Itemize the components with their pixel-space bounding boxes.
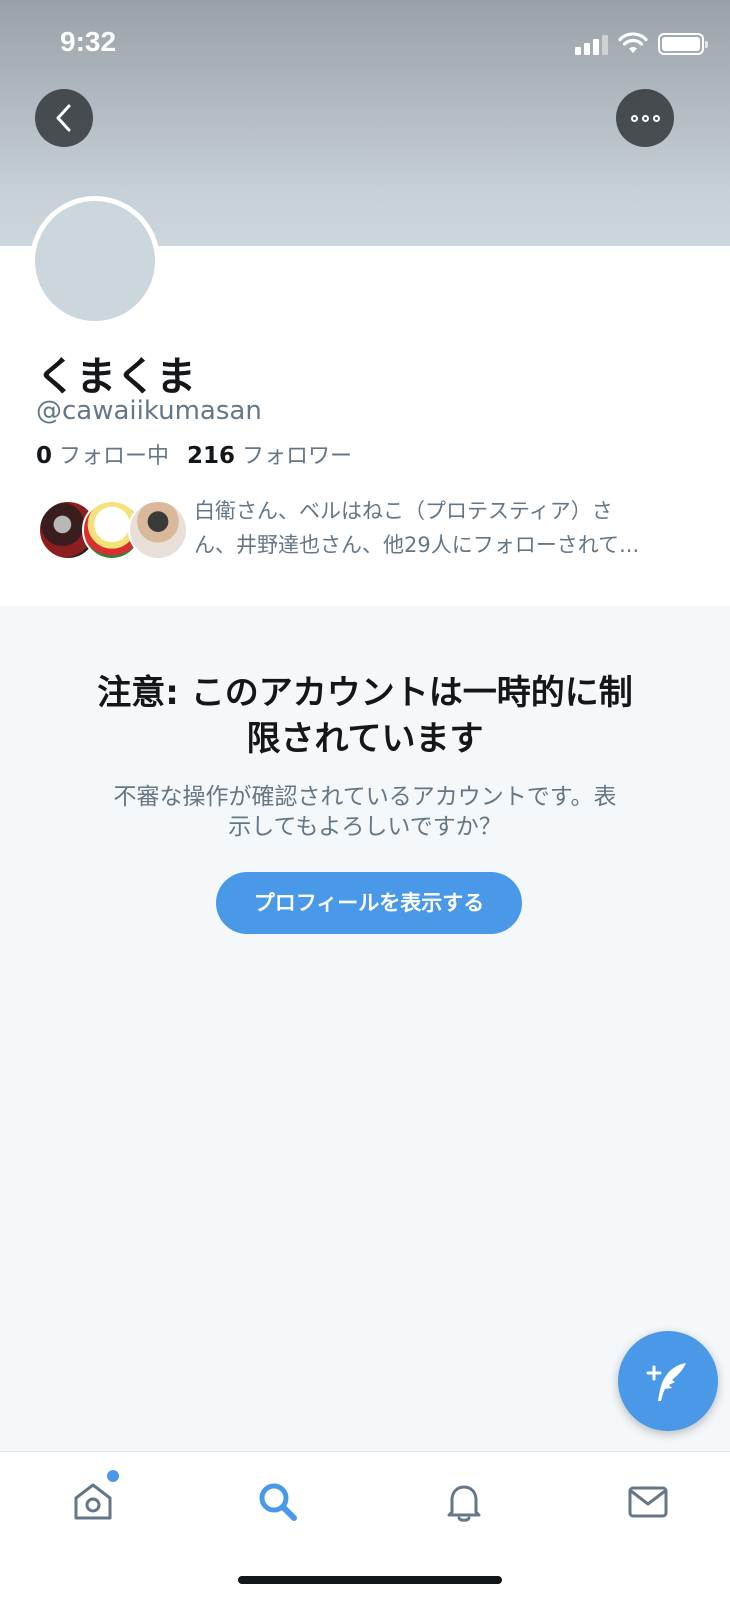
- notice-title-line-2: 限されています: [246, 719, 484, 759]
- display-name: くまくま: [36, 354, 196, 400]
- view-profile-button[interactable]: プロフィールを表示する: [216, 872, 522, 934]
- cellular-signal-icon: [575, 33, 608, 55]
- fyk-line-1: 白衛さん、ベルはねこ（プロテスティア）さ: [194, 499, 613, 523]
- more-horizontal-icon: [630, 114, 660, 122]
- notice-title-line-1: 注意: このアカウントは一時的に制: [97, 673, 633, 713]
- chevron-left-icon: [56, 104, 71, 132]
- status-bar: 9:32: [0, 0, 730, 90]
- wifi-icon: [618, 32, 648, 53]
- new-content-badge: [107, 1470, 119, 1482]
- followers-you-know[interactable]: 白衛さん、ベルはねこ（プロテスティア）さ ん、井野達也さん、他29人にフォローさ…: [38, 494, 698, 564]
- mutual-follower-avatars: [38, 500, 188, 560]
- bell-icon: [447, 1485, 481, 1522]
- tab-notifications[interactable]: [434, 1474, 494, 1530]
- compose-feather-icon: [646, 1363, 686, 1401]
- tab-home[interactable]: [63, 1470, 123, 1530]
- profile-handle: @cawaiikumasan: [36, 396, 262, 426]
- more-button[interactable]: [616, 89, 674, 147]
- followers-link[interactable]: 216 フォロワー: [187, 443, 353, 469]
- status-icons: [575, 30, 708, 58]
- tab-messages[interactable]: [618, 1474, 678, 1530]
- compose-tweet-button[interactable]: [618, 1331, 718, 1431]
- followers-label: フォロワー: [242, 444, 353, 469]
- mutual-avatar: [128, 500, 188, 560]
- following-label: フォロー中: [59, 444, 170, 469]
- home-icon: [74, 1483, 112, 1520]
- tab-search[interactable]: [248, 1474, 308, 1530]
- following-count: 0: [36, 443, 53, 469]
- back-button[interactable]: [35, 89, 93, 147]
- fyk-line-2: ん、井野達也さん、他29人にフォローされて...: [194, 533, 640, 557]
- status-time: 9:32: [60, 26, 117, 57]
- notice-body-line-2: 示してもよろしいですか？: [228, 814, 502, 840]
- followers-you-know-text: 白衛さん、ベルはねこ（プロテスティア）さ ん、井野達也さん、他29人にフォローさ…: [194, 494, 694, 562]
- home-indicator[interactable]: [238, 1576, 502, 1584]
- followers-count: 216: [187, 443, 236, 469]
- follow-stats: 0 フォロー中 216 フォロワー: [36, 438, 352, 470]
- avatar-placeholder: [35, 201, 155, 321]
- profile-avatar[interactable]: [30, 196, 160, 326]
- notice-title: 注意: このアカウントは一時的に制 限されています: [60, 670, 670, 762]
- battery-icon: [658, 33, 708, 55]
- search-icon: [259, 1483, 297, 1521]
- mail-icon: [628, 1486, 668, 1518]
- notice-body: 不審な操作が確認されているアカウントです。表 示してもよろしいですか？: [60, 782, 670, 842]
- notice-body-line-1: 不審な操作が確認されているアカウントです。表: [113, 784, 617, 810]
- following-link[interactable]: 0 フォロー中: [36, 443, 170, 469]
